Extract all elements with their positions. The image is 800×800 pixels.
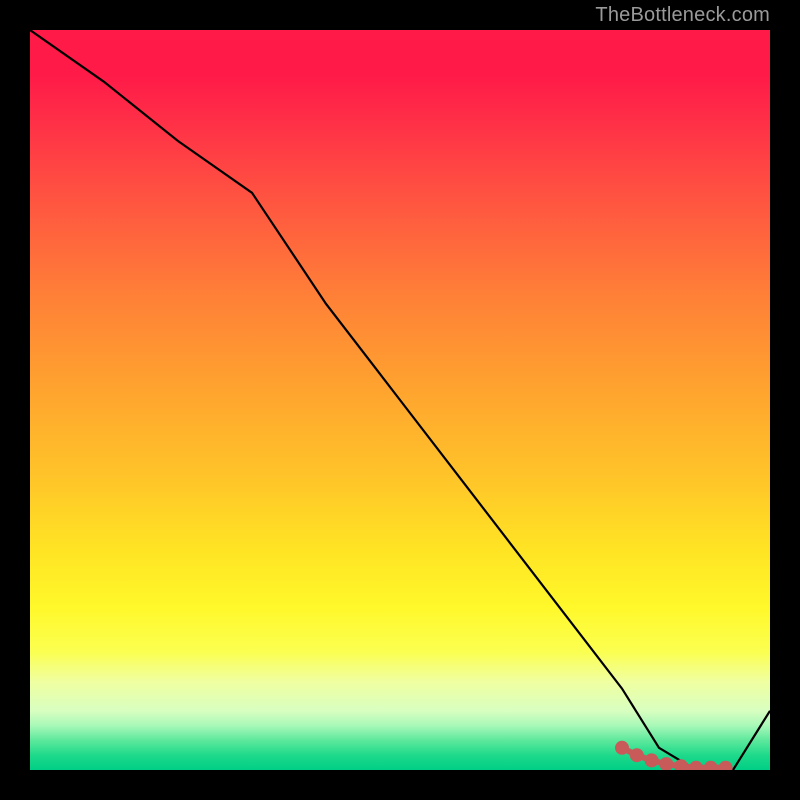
optimal-dot <box>633 751 641 759</box>
optimal-dot <box>707 764 715 770</box>
optimal-dot <box>648 756 656 764</box>
plot-area <box>30 30 770 770</box>
watermark-text: TheBottleneck.com <box>595 4 770 27</box>
chart-stage: TheBottleneck.com <box>0 0 800 800</box>
optimal-dot <box>618 744 626 752</box>
optimal-dot <box>692 764 700 770</box>
optimal-dot <box>722 764 730 770</box>
optimal-dot <box>662 760 670 768</box>
optimal-dot <box>677 762 685 770</box>
chart-svg <box>30 30 770 770</box>
bottleneck-curve <box>30 30 770 770</box>
